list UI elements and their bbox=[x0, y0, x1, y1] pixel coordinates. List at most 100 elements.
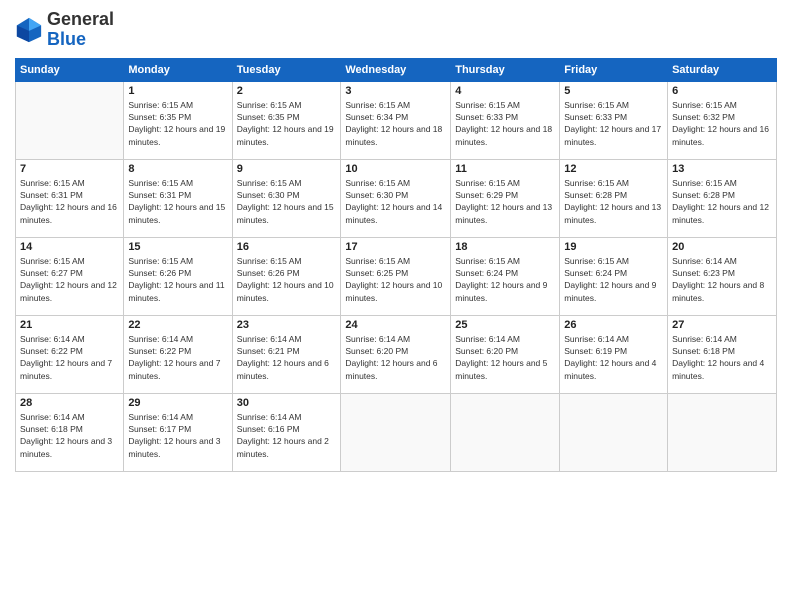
daylight-label: Daylight: 12 hours and 10 minutes. bbox=[237, 280, 334, 302]
day-number: 1 bbox=[128, 85, 227, 97]
calendar-week-row: 7 Sunrise: 6:15 AM Sunset: 6:31 PM Dayli… bbox=[16, 159, 777, 237]
sunset-label: Sunset: 6:33 PM bbox=[564, 112, 627, 122]
sunrise-label: Sunrise: 6:14 AM bbox=[345, 334, 410, 344]
sunset-label: Sunset: 6:31 PM bbox=[20, 190, 83, 200]
calendar-cell: 19 Sunrise: 6:15 AM Sunset: 6:24 PM Dayl… bbox=[560, 237, 668, 315]
day-number: 10 bbox=[345, 163, 446, 175]
day-number: 8 bbox=[128, 163, 227, 175]
col-tuesday: Tuesday bbox=[232, 58, 341, 81]
sunset-label: Sunset: 6:33 PM bbox=[455, 112, 518, 122]
sunrise-label: Sunrise: 6:15 AM bbox=[237, 100, 302, 110]
day-number: 6 bbox=[672, 85, 772, 97]
sunset-label: Sunset: 6:20 PM bbox=[345, 346, 408, 356]
sunset-label: Sunset: 6:21 PM bbox=[237, 346, 300, 356]
sunrise-label: Sunrise: 6:15 AM bbox=[237, 178, 302, 188]
sunrise-label: Sunrise: 6:14 AM bbox=[20, 334, 85, 344]
daylight-label: Daylight: 12 hours and 17 minutes. bbox=[564, 124, 661, 146]
calendar-cell: 1 Sunrise: 6:15 AM Sunset: 6:35 PM Dayli… bbox=[124, 81, 232, 159]
sunset-label: Sunset: 6:34 PM bbox=[345, 112, 408, 122]
logo-text: General Blue bbox=[47, 10, 114, 50]
daylight-label: Daylight: 12 hours and 6 minutes. bbox=[237, 358, 329, 380]
day-number: 23 bbox=[237, 319, 337, 331]
day-number: 28 bbox=[20, 397, 119, 409]
day-number: 26 bbox=[564, 319, 663, 331]
calendar-cell: 10 Sunrise: 6:15 AM Sunset: 6:30 PM Dayl… bbox=[341, 159, 451, 237]
calendar-cell: 30 Sunrise: 6:14 AM Sunset: 6:16 PM Dayl… bbox=[232, 393, 341, 471]
daylight-label: Daylight: 12 hours and 11 minutes. bbox=[128, 280, 224, 302]
sunrise-label: Sunrise: 6:15 AM bbox=[345, 256, 410, 266]
calendar-cell: 16 Sunrise: 6:15 AM Sunset: 6:26 PM Dayl… bbox=[232, 237, 341, 315]
day-info: Sunrise: 6:15 AM Sunset: 6:34 PM Dayligh… bbox=[345, 99, 446, 148]
sunrise-label: Sunrise: 6:15 AM bbox=[128, 100, 193, 110]
day-number: 7 bbox=[20, 163, 119, 175]
day-info: Sunrise: 6:14 AM Sunset: 6:18 PM Dayligh… bbox=[672, 333, 772, 382]
daylight-label: Daylight: 12 hours and 15 minutes. bbox=[237, 202, 334, 224]
sunset-label: Sunset: 6:24 PM bbox=[564, 268, 627, 278]
calendar-cell bbox=[560, 393, 668, 471]
sunset-label: Sunset: 6:26 PM bbox=[237, 268, 300, 278]
day-number: 20 bbox=[672, 241, 772, 253]
calendar-cell bbox=[16, 81, 124, 159]
sunrise-label: Sunrise: 6:14 AM bbox=[672, 334, 737, 344]
day-number: 30 bbox=[237, 397, 337, 409]
day-number: 24 bbox=[345, 319, 446, 331]
day-number: 13 bbox=[672, 163, 772, 175]
col-saturday: Saturday bbox=[668, 58, 777, 81]
calendar-cell: 8 Sunrise: 6:15 AM Sunset: 6:31 PM Dayli… bbox=[124, 159, 232, 237]
calendar-cell bbox=[451, 393, 560, 471]
sunrise-label: Sunrise: 6:14 AM bbox=[237, 412, 302, 422]
calendar-cell: 24 Sunrise: 6:14 AM Sunset: 6:20 PM Dayl… bbox=[341, 315, 451, 393]
day-info: Sunrise: 6:15 AM Sunset: 6:30 PM Dayligh… bbox=[345, 177, 446, 226]
sunrise-label: Sunrise: 6:15 AM bbox=[672, 178, 737, 188]
day-number: 15 bbox=[128, 241, 227, 253]
daylight-label: Daylight: 12 hours and 7 minutes. bbox=[20, 358, 112, 380]
calendar-cell: 12 Sunrise: 6:15 AM Sunset: 6:28 PM Dayl… bbox=[560, 159, 668, 237]
day-info: Sunrise: 6:14 AM Sunset: 6:20 PM Dayligh… bbox=[345, 333, 446, 382]
day-info: Sunrise: 6:15 AM Sunset: 6:24 PM Dayligh… bbox=[564, 255, 663, 304]
sunset-label: Sunset: 6:28 PM bbox=[672, 190, 735, 200]
sunrise-label: Sunrise: 6:14 AM bbox=[20, 412, 85, 422]
day-info: Sunrise: 6:15 AM Sunset: 6:30 PM Dayligh… bbox=[237, 177, 337, 226]
sunset-label: Sunset: 6:32 PM bbox=[672, 112, 735, 122]
sunset-label: Sunset: 6:20 PM bbox=[455, 346, 518, 356]
day-info: Sunrise: 6:14 AM Sunset: 6:22 PM Dayligh… bbox=[128, 333, 227, 382]
daylight-label: Daylight: 12 hours and 8 minutes. bbox=[672, 280, 764, 302]
calendar-week-row: 21 Sunrise: 6:14 AM Sunset: 6:22 PM Dayl… bbox=[16, 315, 777, 393]
logo-icon bbox=[15, 16, 43, 44]
calendar-cell: 29 Sunrise: 6:14 AM Sunset: 6:17 PM Dayl… bbox=[124, 393, 232, 471]
sunset-label: Sunset: 6:22 PM bbox=[128, 346, 191, 356]
sunset-label: Sunset: 6:30 PM bbox=[237, 190, 300, 200]
sunrise-label: Sunrise: 6:15 AM bbox=[455, 178, 520, 188]
daylight-label: Daylight: 12 hours and 9 minutes. bbox=[564, 280, 656, 302]
calendar-cell: 7 Sunrise: 6:15 AM Sunset: 6:31 PM Dayli… bbox=[16, 159, 124, 237]
daylight-label: Daylight: 12 hours and 19 minutes. bbox=[237, 124, 334, 146]
day-number: 3 bbox=[345, 85, 446, 97]
day-number: 19 bbox=[564, 241, 663, 253]
sunrise-label: Sunrise: 6:14 AM bbox=[564, 334, 629, 344]
calendar-week-row: 1 Sunrise: 6:15 AM Sunset: 6:35 PM Dayli… bbox=[16, 81, 777, 159]
day-info: Sunrise: 6:14 AM Sunset: 6:22 PM Dayligh… bbox=[20, 333, 119, 382]
day-info: Sunrise: 6:15 AM Sunset: 6:35 PM Dayligh… bbox=[128, 99, 227, 148]
calendar-cell: 9 Sunrise: 6:15 AM Sunset: 6:30 PM Dayli… bbox=[232, 159, 341, 237]
sunset-label: Sunset: 6:18 PM bbox=[672, 346, 735, 356]
col-monday: Monday bbox=[124, 58, 232, 81]
calendar-cell: 18 Sunrise: 6:15 AM Sunset: 6:24 PM Dayl… bbox=[451, 237, 560, 315]
day-info: Sunrise: 6:15 AM Sunset: 6:27 PM Dayligh… bbox=[20, 255, 119, 304]
daylight-label: Daylight: 12 hours and 6 minutes. bbox=[345, 358, 437, 380]
calendar-cell bbox=[341, 393, 451, 471]
day-info: Sunrise: 6:15 AM Sunset: 6:26 PM Dayligh… bbox=[128, 255, 227, 304]
calendar-cell: 14 Sunrise: 6:15 AM Sunset: 6:27 PM Dayl… bbox=[16, 237, 124, 315]
sunrise-label: Sunrise: 6:15 AM bbox=[128, 178, 193, 188]
daylight-label: Daylight: 12 hours and 12 minutes. bbox=[672, 202, 769, 224]
daylight-label: Daylight: 12 hours and 3 minutes. bbox=[128, 436, 220, 458]
calendar-table: Sunday Monday Tuesday Wednesday Thursday… bbox=[15, 58, 777, 472]
calendar-cell: 17 Sunrise: 6:15 AM Sunset: 6:25 PM Dayl… bbox=[341, 237, 451, 315]
col-friday: Friday bbox=[560, 58, 668, 81]
col-sunday: Sunday bbox=[16, 58, 124, 81]
day-number: 9 bbox=[237, 163, 337, 175]
sunset-label: Sunset: 6:22 PM bbox=[20, 346, 83, 356]
calendar-cell: 21 Sunrise: 6:14 AM Sunset: 6:22 PM Dayl… bbox=[16, 315, 124, 393]
daylight-label: Daylight: 12 hours and 13 minutes. bbox=[564, 202, 661, 224]
calendar-cell: 5 Sunrise: 6:15 AM Sunset: 6:33 PM Dayli… bbox=[560, 81, 668, 159]
page: General Blue Sunday Monday Tuesday Wedne… bbox=[0, 0, 792, 612]
